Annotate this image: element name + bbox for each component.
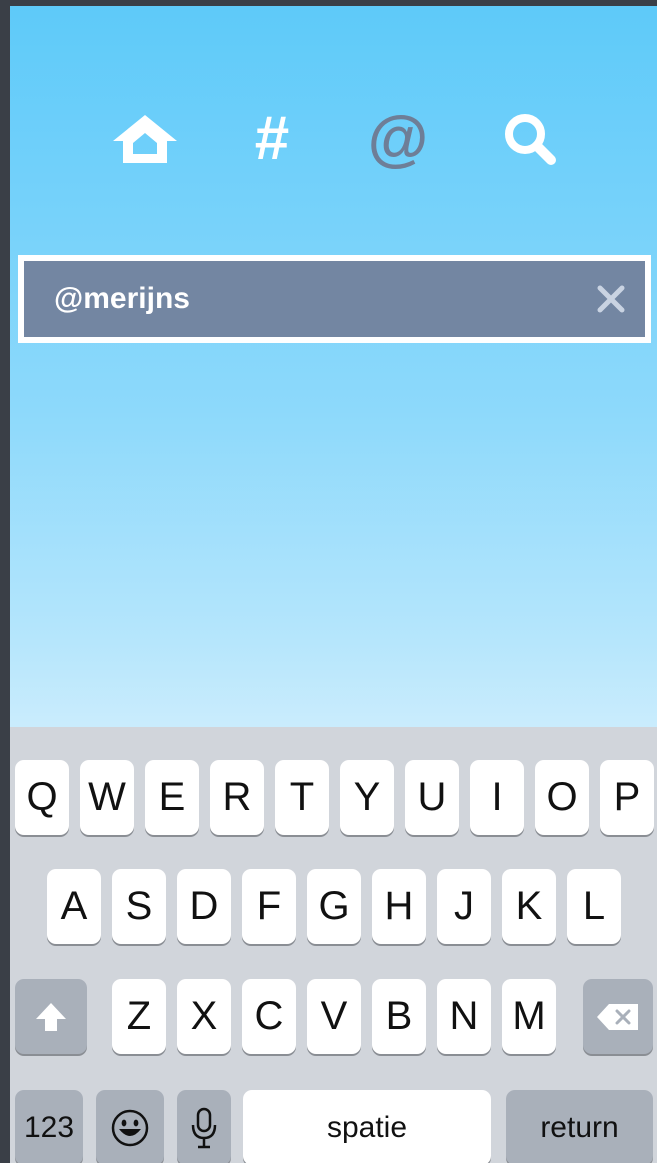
return-key[interactable]: return [506,1090,653,1163]
numbers-key[interactable]: 123 [15,1090,83,1163]
hash-icon: # [254,103,290,173]
key-u[interactable]: U [405,760,459,835]
shift-key[interactable] [15,979,87,1054]
clear-button[interactable] [595,283,627,315]
key-f[interactable]: F [242,869,296,944]
key-b[interactable]: B [372,979,426,1054]
at-icon: @ [367,103,429,173]
search-icon [505,113,556,165]
key-g[interactable]: G [307,869,361,944]
key-a[interactable]: A [47,869,101,944]
tab-mentions[interactable]: @ [358,101,438,176]
microphone-icon [191,1107,217,1148]
key-o[interactable]: O [535,760,589,835]
tab-home[interactable] [105,101,185,176]
key-c[interactable]: C [242,979,296,1054]
app-screen: # @ Q W E R T Y U I O P [10,6,657,1163]
tab-hashtags[interactable]: # [232,101,312,176]
key-h[interactable]: H [372,869,426,944]
key-s[interactable]: S [112,869,166,944]
key-y[interactable]: Y [340,760,394,835]
close-icon [597,285,625,313]
key-v[interactable]: V [307,979,361,1054]
key-n[interactable]: N [437,979,491,1054]
key-p[interactable]: P [600,760,654,835]
key-z[interactable]: Z [112,979,166,1054]
search-field-container [18,255,651,343]
search-input[interactable] [24,261,564,337]
key-r[interactable]: R [210,760,264,835]
key-i[interactable]: I [470,760,524,835]
key-w[interactable]: W [80,760,134,835]
key-q[interactable]: Q [15,760,69,835]
key-m[interactable]: M [502,979,556,1054]
home-icon [113,114,177,163]
key-j[interactable]: J [437,869,491,944]
key-x[interactable]: X [177,979,231,1054]
dictation-key[interactable] [177,1090,231,1163]
key-t[interactable]: T [275,760,329,835]
key-e[interactable]: E [145,760,199,835]
backspace-icon [597,1003,638,1030]
tab-search[interactable] [490,101,570,176]
key-k[interactable]: K [502,869,556,944]
emoji-icon [111,1109,149,1146]
key-d[interactable]: D [177,869,231,944]
space-key[interactable]: spatie [243,1090,491,1163]
keyboard: Q W E R T Y U I O P A S D F G H J K L Z … [10,727,657,1163]
tab-bar: # @ [10,101,657,176]
shift-icon [36,1002,66,1031]
key-l[interactable]: L [567,869,621,944]
emoji-key[interactable] [96,1090,164,1163]
backspace-key[interactable] [583,979,653,1054]
